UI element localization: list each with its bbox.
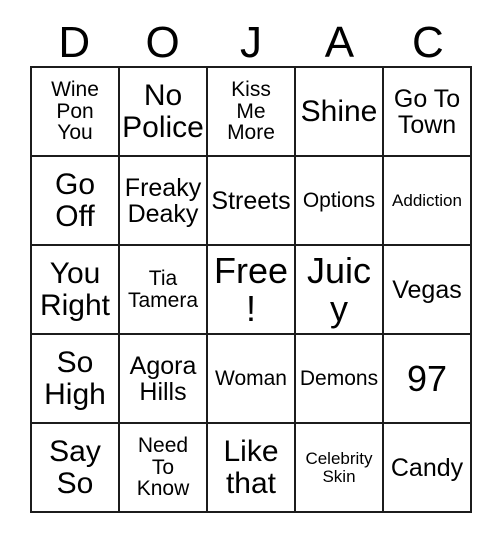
bingo-cell-label: Go Off	[54, 168, 96, 233]
bingo-cell-free[interactable]: Free!	[208, 246, 296, 335]
bingo-cell[interactable]: Kiss Me More	[208, 68, 296, 157]
bingo-cell[interactable]: Freaky Deaky	[120, 157, 208, 246]
bingo-cell[interactable]: So High	[32, 335, 120, 424]
bingo-cell[interactable]: Shine	[296, 68, 384, 157]
bingo-cell[interactable]: Agora Hills	[120, 335, 208, 424]
bingo-cell[interactable]: No Police	[120, 68, 208, 157]
bingo-cell-label: Like that	[223, 435, 279, 500]
bingo-header-letter-2: J	[240, 18, 263, 67]
bingo-cell-label: Woman	[215, 366, 287, 390]
bingo-cell-label: Demons	[299, 366, 379, 390]
bingo-cell[interactable]: Say So	[32, 424, 120, 513]
bingo-cell-label: Go To Town	[393, 84, 461, 139]
bingo-cell[interactable]: Streets	[208, 157, 296, 246]
bingo-cell[interactable]: Woman	[208, 335, 296, 424]
bingo-header-row: D O J A C	[30, 8, 472, 66]
bingo-cell[interactable]: You Right	[32, 246, 120, 335]
bingo-cell[interactable]: Options	[296, 157, 384, 246]
bingo-cell[interactable]: Need To Know	[120, 424, 208, 513]
bingo-cell-label: Juicy	[306, 250, 372, 329]
bingo-header-letter-0: D	[58, 18, 91, 67]
bingo-free-space-label: Free!	[213, 250, 289, 329]
bingo-cell-label: Streets	[211, 186, 291, 215]
bingo-row: Go Off Freaky Deaky Streets Options Addi…	[32, 157, 472, 246]
bingo-header-letter-1: O	[145, 18, 180, 67]
bingo-header-letter-4: C	[411, 18, 444, 67]
bingo-cell-label: You Right	[39, 257, 111, 322]
bingo-cell[interactable]: Candy	[384, 424, 472, 513]
bingo-cell-label: Vegas	[392, 275, 462, 304]
bingo-cell-label: Addiction	[392, 190, 462, 210]
bingo-cell-label: Shine	[300, 94, 378, 128]
bingo-cell[interactable]: Go To Town	[384, 68, 472, 157]
bingo-cell-label: 97	[406, 357, 448, 399]
bingo-cell[interactable]: Demons	[296, 335, 384, 424]
bingo-cell[interactable]: Tia Tamera	[120, 246, 208, 335]
bingo-row: Wine Pon You No Police Kiss Me More Shin…	[32, 68, 472, 157]
bingo-cell-label: Candy	[390, 453, 464, 482]
bingo-cell-label: Agora Hills	[129, 351, 197, 406]
bingo-cell-label: Wine Pon You	[51, 77, 99, 145]
bingo-cell-label: Celebrity Skin	[305, 448, 373, 486]
bingo-cell-label: So High	[44, 346, 106, 411]
bingo-cell-label: Tia Tamera	[127, 266, 199, 312]
bingo-cell-label: Kiss Me More	[227, 77, 275, 145]
bingo-cell[interactable]: Go Off	[32, 157, 120, 246]
bingo-cell-label: Say So	[49, 435, 101, 500]
bingo-row: So High Agora Hills Woman Demons 97	[32, 335, 472, 424]
bingo-row: Say So Need To Know Like that Celebrity …	[32, 424, 472, 513]
bingo-cell[interactable]: Celebrity Skin	[296, 424, 384, 513]
bingo-grid: Wine Pon You No Police Kiss Me More Shin…	[30, 66, 472, 513]
bingo-cell[interactable]: Vegas	[384, 246, 472, 335]
bingo-cell[interactable]: Addiction	[384, 157, 472, 246]
bingo-cell-label: Options	[302, 188, 376, 212]
bingo-cell[interactable]: Juicy	[296, 246, 384, 335]
bingo-header-letter-3: A	[324, 18, 355, 67]
bingo-cell[interactable]: 97	[384, 335, 472, 424]
bingo-cell[interactable]: Wine Pon You	[32, 68, 120, 157]
bingo-cell-label: Need To Know	[136, 433, 190, 501]
bingo-card: D O J A C Wine Pon You No Police Kiss Me…	[30, 8, 472, 513]
bingo-row: You Right Tia Tamera Free! Juicy Vegas	[32, 246, 472, 335]
bingo-cell-label: Freaky Deaky	[124, 173, 202, 228]
bingo-cell-label: No Police	[122, 79, 204, 144]
bingo-cell[interactable]: Like that	[208, 424, 296, 513]
